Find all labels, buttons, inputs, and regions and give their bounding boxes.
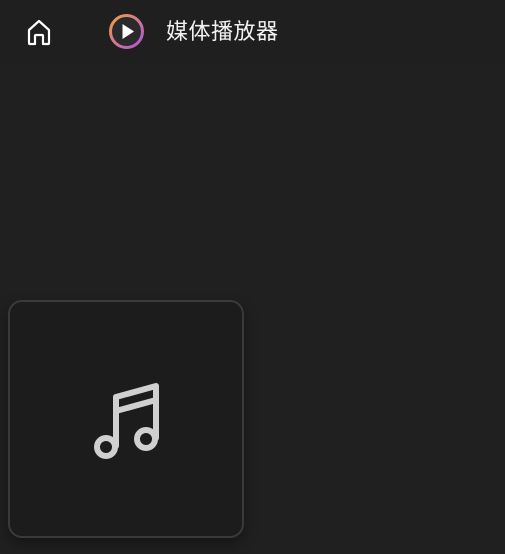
- music-note-icon: [94, 383, 159, 459]
- media-player-icon: [109, 14, 144, 49]
- media-thumbnail-card[interactable]: [8, 300, 244, 538]
- app-title: 媒体播放器: [166, 20, 279, 45]
- home-button[interactable]: [17, 10, 61, 54]
- media-player-window: 媒体播放器: [0, 0, 505, 554]
- title-bar: 媒体播放器: [0, 0, 505, 64]
- home-icon: [27, 19, 51, 46]
